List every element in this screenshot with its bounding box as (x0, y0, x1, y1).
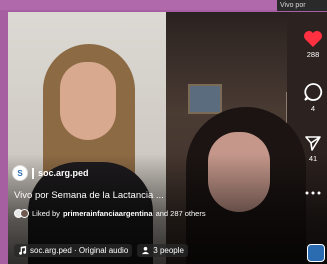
participants-pill[interactable]: 3 people (137, 244, 188, 257)
people-icon (142, 246, 150, 255)
account-row[interactable]: S soc.arg.ped (12, 164, 89, 182)
reel-caption[interactable]: Vivo por Semana de la Lactancia ... (14, 190, 164, 201)
likes-summary[interactable]: Liked by primerainfanciaargentina and 28… (14, 209, 206, 218)
share-button[interactable]: 41 (301, 134, 325, 163)
like-button[interactable]: 288 (301, 30, 325, 59)
liker-avatars (14, 209, 29, 218)
divider (32, 167, 34, 179)
likes-prefix: Liked by (32, 209, 60, 218)
reel-player[interactable]: S soc.arg.ped Vivo por Semana de la Lact… (8, 12, 327, 264)
audio-row: soc.arg.ped · Original audio 3 people (14, 244, 188, 257)
person-left-face (60, 62, 116, 140)
likes-user[interactable]: primerainfanciaargentina (63, 209, 153, 218)
likes-suffix: and 287 others (155, 209, 206, 218)
comment-button[interactable]: 4 (301, 82, 325, 113)
audio-pill[interactable]: soc.arg.ped · Original audio (14, 244, 133, 257)
account-username[interactable]: soc.arg.ped (38, 168, 89, 178)
like-count: 288 (306, 50, 320, 59)
participants-label: 3 people (153, 246, 184, 255)
comment-count: 4 (310, 104, 316, 113)
action-rail: 288 4 41 (299, 30, 327, 264)
wall-picture (188, 84, 222, 114)
send-icon (305, 136, 321, 151)
corner-label: Vivo por (277, 0, 327, 11)
liker-avatar (20, 209, 29, 218)
heart-icon (304, 31, 322, 47)
more-icon (305, 191, 321, 195)
more-button[interactable] (301, 190, 325, 196)
screenshot-stage: Vivo por S soc.arg.ped Vivo por Semana d… (0, 0, 327, 264)
audio-thumbnail[interactable] (307, 244, 325, 262)
music-note-icon (19, 246, 27, 255)
share-count: 41 (308, 154, 318, 163)
comment-icon (304, 83, 323, 101)
audio-label: soc.arg.ped · Original audio (30, 246, 129, 255)
account-avatar[interactable]: S (12, 165, 28, 181)
